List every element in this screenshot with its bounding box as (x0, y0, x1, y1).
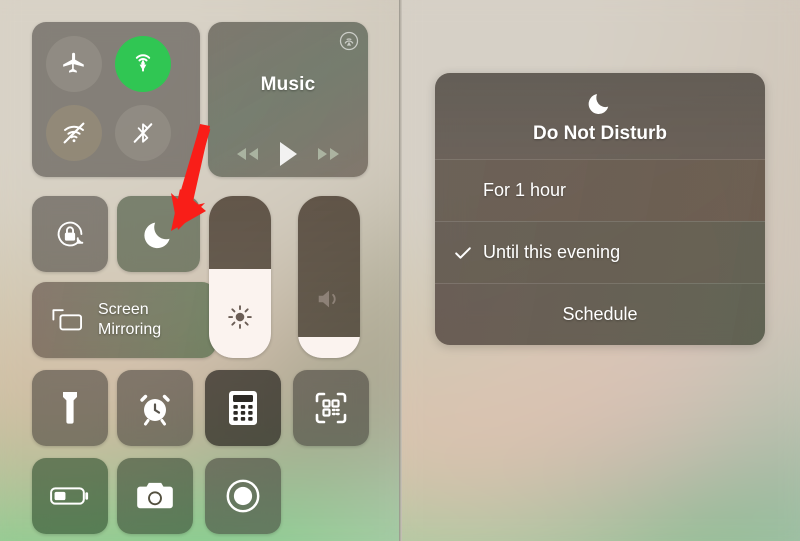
dnd-title: Do Not Disturb (532, 123, 668, 144)
dnd-popover: Do Not Disturb For 1 hour Until this eve… (435, 73, 765, 345)
rewind-icon[interactable] (234, 145, 260, 163)
rotation-lock-icon (51, 215, 89, 253)
camera-button[interactable] (117, 458, 193, 534)
connectivity-block (32, 22, 200, 177)
rotation-lock-toggle[interactable] (32, 196, 108, 272)
screen-mirroring-icon (48, 305, 86, 335)
moon-icon (141, 216, 177, 252)
screenshot-root: Music Screen Mirroring Do Not Disturb Fo… (0, 0, 800, 541)
airplay-icon[interactable] (339, 31, 359, 51)
volume-icon (298, 286, 360, 312)
alarm-clock-button[interactable] (117, 370, 193, 446)
screen-mirroring-label-line2: Mirroring (98, 321, 162, 338)
wifi-off-icon (59, 118, 89, 148)
cellular-icon (128, 49, 158, 79)
dnd-option-for-1-hour[interactable]: For 1 hour (435, 159, 765, 221)
battery-icon (50, 485, 90, 507)
panel-divider (399, 0, 402, 541)
camera-icon (136, 481, 174, 511)
do-not-disturb-panel: Do Not Disturb For 1 hour Until this eve… (401, 0, 800, 541)
calculator-button[interactable] (205, 370, 281, 446)
volume-slider-fill (298, 336, 360, 358)
screen-mirroring-label-line1: Screen (98, 301, 149, 319)
alarm-clock-icon (137, 390, 173, 426)
calculator-icon (228, 390, 258, 426)
record-icon (224, 477, 262, 515)
moon-icon (435, 89, 765, 117)
play-icon[interactable] (276, 140, 300, 168)
dnd-option-until-this-evening[interactable]: Until this evening (435, 221, 765, 283)
dnd-option-label: Until this evening (483, 242, 621, 262)
fast-forward-icon[interactable] (316, 145, 342, 163)
control-center-panel: Music Screen Mirroring (0, 0, 401, 541)
flashlight-button[interactable] (32, 370, 108, 446)
screen-mirroring-label: Screen Mirroring (98, 300, 161, 339)
brightness-slider[interactable] (209, 196, 271, 358)
checkmark-icon (453, 243, 473, 263)
screen-recording-button[interactable] (205, 458, 281, 534)
screen-mirroring-toggle[interactable]: Screen Mirroring (32, 282, 216, 358)
dnd-option-schedule[interactable]: Schedule (435, 283, 765, 345)
airplane-mode-toggle[interactable] (46, 36, 102, 92)
dnd-option-label: For 1 hour (483, 180, 567, 200)
flashlight-icon (54, 390, 86, 426)
music-title: Music (260, 74, 316, 95)
bluetooth-toggle[interactable] (115, 105, 171, 161)
low-power-mode-button[interactable] (32, 458, 108, 534)
qr-code-scanner-button[interactable] (293, 370, 369, 446)
music-widget[interactable]: Music (208, 22, 368, 177)
volume-slider[interactable] (298, 196, 360, 358)
qr-code-scanner-icon (313, 390, 349, 426)
brightness-icon (209, 302, 271, 332)
airplane-icon (61, 51, 87, 77)
cellular-data-toggle[interactable] (115, 36, 171, 92)
music-controls (208, 140, 368, 168)
wifi-toggle[interactable] (46, 105, 102, 161)
dnd-option-label: Schedule (562, 304, 638, 324)
do-not-disturb-toggle[interactable] (117, 196, 200, 272)
bluetooth-off-icon (129, 119, 157, 147)
dnd-popover-header: Do Not Disturb (435, 73, 765, 159)
